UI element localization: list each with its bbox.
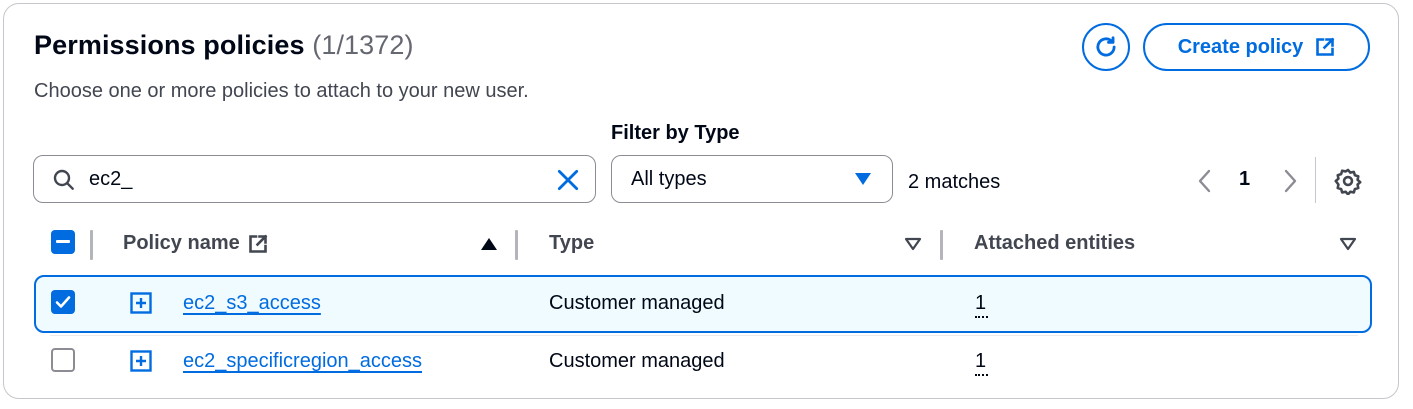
external-link-icon — [1316, 37, 1335, 56]
pagination-divider — [1315, 157, 1316, 203]
permissions-policies-panel: Permissions policies (1/1372) Choose one… — [3, 3, 1399, 399]
type-filter-value: All types — [631, 168, 707, 190]
column-header-attached-entities[interactable]: Attached entities — [974, 232, 1135, 255]
attached-entities-count[interactable]: 1 — [975, 350, 989, 376]
row-checkbox[interactable] — [51, 348, 75, 372]
checkmark-icon — [55, 296, 71, 308]
indeterminate-icon — [56, 240, 70, 243]
sort-ascending-icon[interactable] — [480, 237, 498, 251]
settings-gear-icon[interactable] — [1334, 167, 1362, 195]
search-value: ec2_ — [89, 168, 133, 190]
column-divider — [515, 230, 518, 260]
column-header-type[interactable]: Type — [549, 232, 594, 255]
caret-down-icon — [855, 173, 871, 185]
refresh-button[interactable] — [1082, 23, 1130, 71]
policy-name-link[interactable]: ec2_specificregion_access — [183, 350, 422, 373]
row-divider — [50, 335, 1358, 336]
create-policy-button[interactable]: Create policy — [1143, 23, 1370, 71]
attached-entities-count[interactable]: 1 — [975, 292, 989, 318]
filter-by-type-label: Filter by Type — [611, 122, 740, 144]
refresh-icon — [1096, 36, 1116, 57]
search-icon — [53, 169, 74, 190]
policy-type: Customer managed — [549, 350, 725, 372]
sort-descending-icon[interactable] — [1339, 237, 1357, 251]
column-header-policy-name[interactable]: Policy name — [123, 232, 268, 255]
policy-count: (1/1372) — [312, 30, 414, 60]
create-policy-label: Create policy — [1177, 35, 1304, 58]
matches-count: 2 matches — [908, 171, 1001, 193]
search-input[interactable]: ec2_ — [33, 155, 596, 203]
column-divider — [940, 230, 943, 260]
clear-search-icon[interactable] — [555, 167, 581, 193]
sort-descending-icon[interactable] — [904, 237, 922, 251]
panel-title: Permissions policies (1/1372) — [34, 30, 414, 61]
type-filter-select[interactable]: All types — [611, 155, 893, 203]
external-link-icon — [248, 234, 268, 253]
policy-name-link[interactable]: ec2_s3_access — [183, 292, 321, 315]
chevron-right-icon[interactable] — [1279, 168, 1301, 194]
expand-plus-icon[interactable] — [130, 350, 152, 372]
policy-type: Customer managed — [549, 292, 725, 314]
title-text: Permissions policies — [34, 30, 305, 60]
current-page[interactable]: 1 — [1239, 168, 1250, 191]
expand-plus-icon[interactable] — [130, 292, 152, 314]
row-checkbox-checked[interactable] — [51, 290, 75, 314]
column-label-policy-name: Policy name — [123, 232, 240, 254]
chevron-left-icon[interactable] — [1194, 168, 1216, 194]
panel-description: Choose one or more policies to attach to… — [34, 80, 529, 102]
column-divider — [90, 230, 93, 260]
select-all-checkbox[interactable] — [51, 230, 75, 254]
